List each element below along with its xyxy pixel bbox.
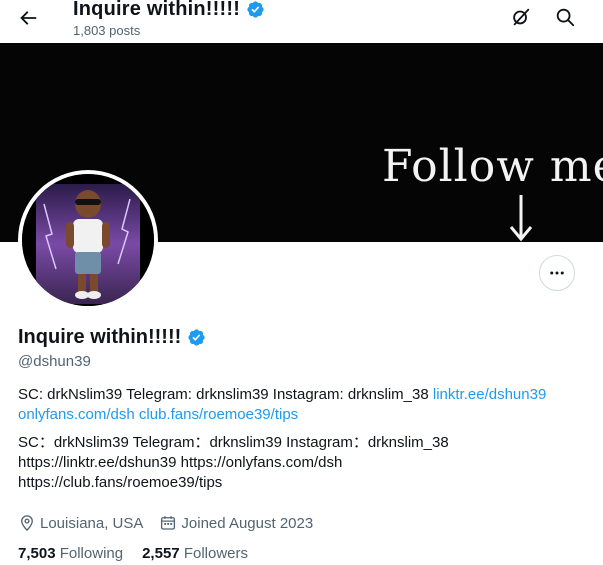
more-icon (550, 271, 564, 275)
profile-handle: @dshun39 (18, 353, 91, 370)
more-options-button[interactable] (539, 255, 575, 291)
followers-label: Followers (183, 545, 248, 562)
bio-description: SC：drkNslim39 Telegram：drknslim39 Instag… (18, 433, 588, 493)
down-arrow-graphic (509, 195, 533, 242)
follow-stats: 7,503 Following 2,557 Followers (18, 545, 248, 562)
bio-line: https://club.fans/roemoe39/tips (18, 474, 223, 491)
arrow-left-icon[interactable] (17, 7, 39, 29)
profile-name-group: Inquire within!!!!! (18, 326, 206, 349)
following-count: 7,503 (18, 545, 56, 562)
top-bar: Inquire within!!!!! 1,803 posts (0, 0, 603, 43)
avatar[interactable] (18, 170, 158, 310)
header-title-group: Inquire within!!!!! (73, 0, 265, 21)
bio-text: SC: drkNslim39 Telegram: drknslim39 Inst… (18, 386, 433, 403)
followers-link[interactable]: 2,557 Followers (142, 545, 248, 562)
bio-links: SC: drkNslim39 Telegram: drknslim39 Inst… (18, 385, 588, 425)
bio-link-linktree[interactable]: linktr.ee/dshun39 (433, 386, 546, 403)
location-text: Louisiana, USA (40, 514, 144, 532)
followers-count: 2,557 (142, 545, 180, 562)
joined-text: Joined August 2023 (181, 514, 314, 532)
verified-badge-icon (247, 1, 264, 18)
location-pin-icon (21, 515, 33, 532)
calendar-icon (161, 516, 176, 530)
profile-meta: Louisiana, USA Joined August 2023 (18, 514, 329, 532)
location-item: Louisiana, USA (18, 514, 143, 532)
banner-text: Follow me (382, 141, 603, 192)
post-count: 1,803 posts (73, 23, 141, 38)
search-icon[interactable] (554, 6, 576, 28)
following-label: Following (59, 545, 124, 562)
bio-link-clubfans[interactable]: club.fans/roemoe39/tips (139, 406, 298, 423)
bio-line: https://linktr.ee/dshun39 https://onlyfa… (18, 454, 343, 471)
following-link[interactable]: 7,503 Following (18, 545, 123, 562)
grok-icon[interactable] (510, 6, 532, 28)
bio-link-onlyfans[interactable]: onlyfans.com/dsh (18, 406, 135, 423)
joined-item: Joined August 2023 (159, 514, 313, 532)
header-title: Inquire within!!!!! (73, 0, 241, 20)
bio-line: SC：drkNslim39 Telegram：drknslim39 Instag… (18, 434, 449, 451)
verified-badge-icon[interactable] (187, 328, 206, 347)
avatar-image (22, 174, 154, 306)
profile-name: Inquire within!!!!! (18, 326, 182, 348)
